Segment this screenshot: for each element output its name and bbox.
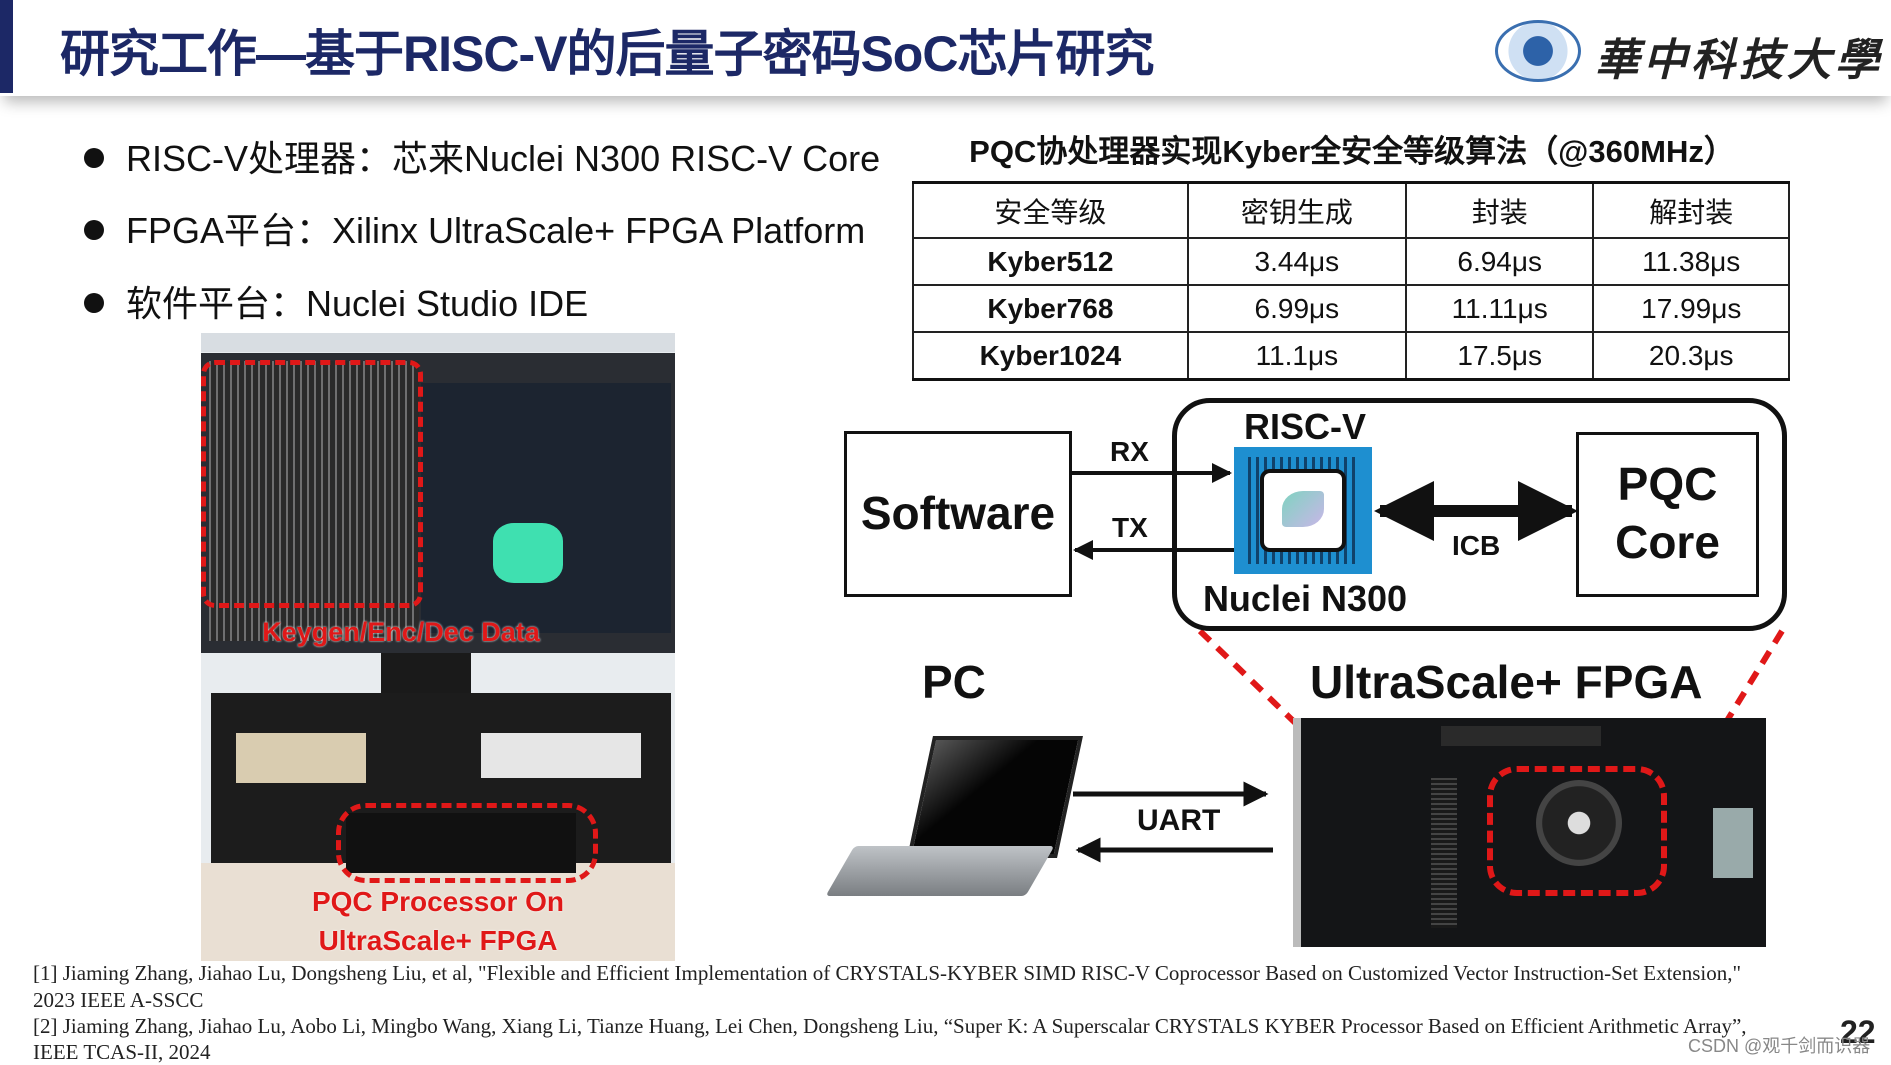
ethernet-port	[1713, 808, 1753, 878]
uart-label: UART	[1137, 804, 1221, 837]
software-label: Software	[860, 487, 1056, 539]
board-connector	[1441, 726, 1601, 746]
highlight-fpga-chip	[1487, 766, 1667, 896]
rx-label: RX	[1110, 436, 1149, 467]
pqc-core-box: PQC Core	[1576, 432, 1759, 597]
fpga-label: UltraScale+ FPGA	[1310, 656, 1703, 708]
icb-label: ICB	[1452, 530, 1501, 561]
reference-2-venue: IEEE TCAS-II, 2024	[33, 1040, 211, 1064]
hummingbird-icon	[1282, 491, 1324, 527]
tx-label: TX	[1112, 512, 1148, 543]
laptop-screen	[907, 736, 1083, 858]
laptop-keyboard	[825, 846, 1055, 896]
laptop-image	[825, 736, 1083, 898]
nuclei-label: Nuclei N300	[1202, 578, 1408, 619]
chip-die	[1260, 469, 1346, 552]
pqc-label: PQC	[1617, 458, 1718, 510]
pc-label: PC	[922, 656, 986, 708]
nuclei-chip-icon	[1234, 447, 1372, 574]
core-label: Core	[1615, 516, 1720, 568]
software-box: Software	[844, 431, 1072, 597]
fpga-board-image	[1293, 718, 1766, 947]
board-slot	[1431, 778, 1457, 928]
reference-1: [1] Jiaming Zhang, Jiahao Lu, Dongsheng …	[33, 961, 1742, 985]
reference-2: [2] Jiaming Zhang, Jiahao Lu, Aobo Li, M…	[33, 1014, 1747, 1038]
riscv-label: RISC-V	[1243, 406, 1366, 447]
watermark: CSDN @观千剑而识器	[1688, 1036, 1871, 1056]
reference-1-venue: 2023 IEEE A-SSCC	[33, 988, 204, 1012]
